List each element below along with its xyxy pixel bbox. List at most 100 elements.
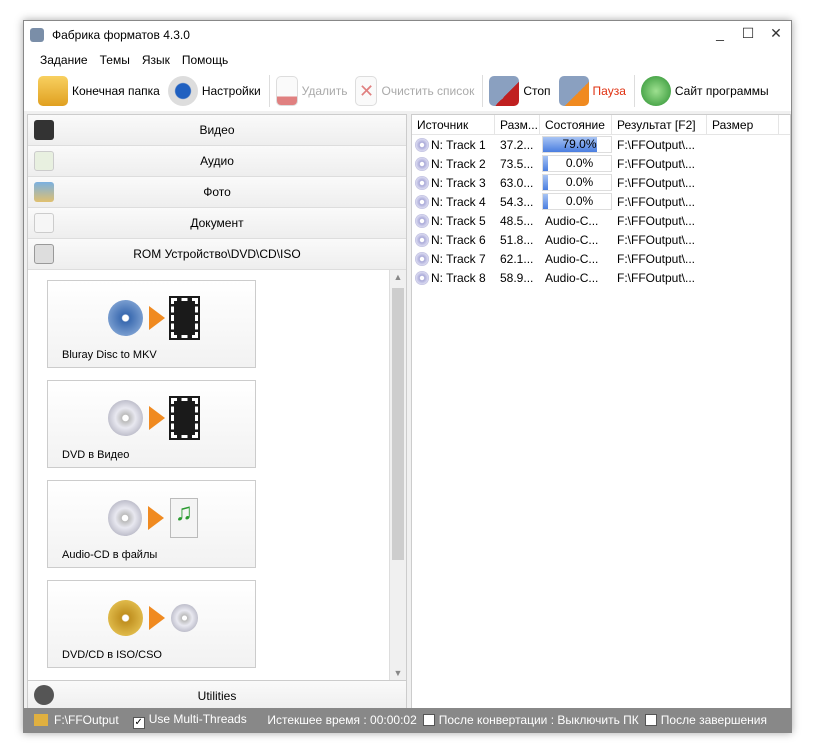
table-row[interactable]: N: Track 2 73.5... 0.0% F:\FFOutput\...	[412, 154, 790, 173]
progress-bar: 0.0%	[542, 174, 612, 191]
result-cell: F:\FFOutput\...	[617, 270, 696, 285]
table-row[interactable]: N: Track 5 48.5... Audio-C... F:\FFOutput\.…	[412, 211, 790, 230]
minimize-button[interactable]: _	[708, 25, 732, 41]
size-cell: 62.1...	[500, 251, 534, 266]
stop-button[interactable]: Стоп	[489, 76, 551, 106]
column-state[interactable]: Состояние	[540, 115, 612, 134]
result-cell: F:\FFOutput\...	[617, 213, 696, 228]
category-label: ROM Устройство\DVD\CD\ISO	[133, 247, 301, 261]
table-row[interactable]: N: Track 4 54.3... 0.0% F:\FFOutput\...	[412, 192, 790, 211]
card-audiocd-to-files[interactable]: ♫ Audio-CD в файлы	[47, 480, 256, 568]
output-folder-button[interactable]: Конечная папка	[38, 76, 160, 106]
menu-themes[interactable]: Темы	[100, 53, 130, 67]
settings-button[interactable]: Настройки	[167, 76, 261, 106]
category-utilities[interactable]: Utilities	[28, 681, 406, 711]
progress-bar: 79.0%	[542, 136, 612, 153]
size-cell: 73.5...	[500, 156, 534, 171]
size-cell: 54.3...	[500, 194, 534, 209]
document-icon	[34, 213, 54, 233]
table-row[interactable]: N: Track 7 62.1... Audio-C... F:\FFOutput\.…	[412, 249, 790, 268]
size-cell: 63.0...	[500, 175, 534, 190]
size-cell: 58.9...	[500, 270, 534, 285]
checkbox[interactable]	[644, 714, 657, 726]
maximize-button[interactable]: ☐	[736, 25, 760, 42]
scroll-up-icon[interactable]: ▲	[390, 272, 406, 282]
category-label: Фото	[203, 185, 231, 199]
settings-label: Настройки	[201, 84, 261, 98]
card-label: Audio-CD в файлы	[62, 549, 158, 561]
music-file-icon: ♫	[169, 498, 198, 538]
result-cell: F:\FFOutput\...	[617, 251, 696, 266]
gear-icon	[167, 76, 198, 106]
arrow-icon	[148, 406, 165, 430]
size-cell: 51.8...	[500, 232, 534, 247]
category-video[interactable]: Видео	[28, 115, 406, 146]
category-rom[interactable]: ROM Устройство\DVD\CD\ISO	[28, 239, 406, 270]
after-convert-checkbox[interactable]: После конвертации : Выключить ПК	[422, 713, 639, 727]
result-cell: F:\FFOutput\...	[617, 175, 696, 190]
menu-help[interactable]: Помощь	[182, 53, 228, 67]
card-dvd-to-video[interactable]: DVD в Видео	[47, 380, 256, 468]
disc-icon	[415, 156, 429, 171]
folder-icon	[34, 714, 48, 726]
table-row[interactable]: N: Track 8 58.9... Audio-C... F:\FFOutput\.…	[412, 268, 790, 287]
result-cell: F:\FFOutput\...	[617, 137, 696, 152]
category-label: Аудио	[200, 154, 234, 168]
progress-bar: 0.0%	[542, 155, 612, 172]
disc-icon	[415, 213, 429, 228]
globe-search-icon	[640, 76, 671, 106]
category-photo[interactable]: Фото	[28, 177, 406, 208]
source-cell: N: Track 3	[412, 175, 495, 190]
website-button[interactable]: Сайт программы	[640, 76, 769, 106]
multithreads-label: Use Multi-Threads	[148, 711, 247, 726]
film-icon	[168, 396, 201, 440]
app-window: Фабрика форматов 4.3.0 _ ☐ ✕ Задание Тем…	[23, 20, 792, 733]
output-folder-path[interactable]: F:\FFOutput	[54, 713, 119, 727]
scroll-down-icon[interactable]: ▼	[390, 668, 406, 678]
state-cell: Audio-C...	[545, 251, 599, 266]
column-result[interactable]: Результат [F2]	[612, 115, 707, 134]
table-row[interactable]: N: Track 6 51.8... Audio-C... F:\FFOutput\.…	[412, 230, 790, 249]
film-reel-icon	[34, 685, 54, 705]
bluray-disc-icon	[108, 300, 143, 336]
checkbox[interactable]: ✓	[132, 716, 145, 729]
disc-icon	[415, 175, 429, 190]
menu-language[interactable]: Язык	[142, 53, 170, 67]
stop-icon	[489, 76, 520, 106]
scrollbar-thumb[interactable]	[392, 288, 404, 560]
column-output-size[interactable]: Размер	[707, 115, 779, 134]
clear-list-button[interactable]: ✕ Очистить список	[355, 76, 474, 106]
category-document[interactable]: Документ	[28, 208, 406, 239]
vertical-scrollbar[interactable]: ▲ ▼	[389, 270, 406, 680]
column-size[interactable]: Разм...	[495, 115, 540, 134]
arrow-icon	[147, 506, 164, 530]
source-cell: N: Track 7	[412, 251, 495, 266]
close-button[interactable]: ✕	[764, 25, 788, 42]
checkbox[interactable]	[422, 714, 435, 726]
elapsed-time: Истекшее время : 00:00:02	[267, 713, 417, 727]
table-row[interactable]: N: Track 3 63.0... 0.0% F:\FFOutput\...	[412, 173, 790, 192]
card-bluray-to-mkv[interactable]: Bluray Disc to MKV	[47, 280, 256, 368]
category-audio[interactable]: Аудио	[28, 146, 406, 177]
website-label: Сайт программы	[674, 84, 769, 98]
source-cell: N: Track 4	[412, 194, 495, 209]
pause-icon	[558, 76, 589, 106]
table-row[interactable]: N: Track 1 37.2... 79.0% F:\FFOutput\...	[412, 135, 790, 154]
app-icon	[30, 28, 44, 42]
delete-button[interactable]: Удалить	[275, 76, 347, 106]
multithreads-checkbox[interactable]: ✓ Use Multi-Threads	[132, 711, 247, 729]
disc-icon	[170, 604, 198, 632]
clear-list-label: Очистить список	[381, 84, 475, 98]
column-source[interactable]: Источник	[412, 115, 495, 134]
disc-icon	[415, 270, 429, 285]
pause-button[interactable]: Пауза	[558, 76, 626, 106]
source-cell: N: Track 8	[412, 270, 495, 285]
photo-icon	[34, 182, 54, 202]
after-finish-checkbox[interactable]: После завершения	[644, 713, 767, 727]
state-cell: Audio-C...	[545, 232, 599, 247]
after-finish-label: После завершения	[660, 713, 767, 727]
result-cell: F:\FFOutput\...	[617, 232, 696, 247]
card-dvdcd-to-iso[interactable]: DVD/CD в ISO/CSO	[47, 580, 256, 668]
task-list: Источник Разм... Состояние Результат [F2…	[411, 114, 791, 710]
menu-task[interactable]: Задание	[40, 53, 88, 67]
